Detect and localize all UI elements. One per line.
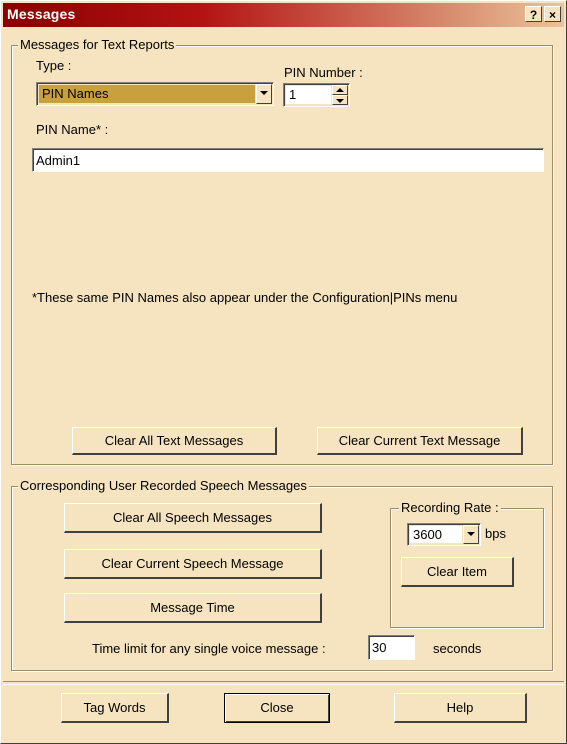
help-question-icon[interactable]: ?: [525, 6, 542, 22]
pin-name-label: PIN Name* :: [36, 122, 109, 137]
pin-number-spinner[interactable]: 1: [283, 83, 350, 107]
text-reports-legend: Messages for Text Reports: [18, 37, 177, 52]
bps-unit-label: bps: [485, 526, 506, 541]
recording-rate-dropdown-button[interactable]: [463, 525, 479, 544]
chevron-down-icon: [467, 532, 475, 536]
type-dropdown-button[interactable]: [256, 84, 272, 104]
recording-rate-group: Recording Rate : 3600 bps Clear Item: [390, 500, 544, 628]
pin-number-value: 1: [286, 86, 331, 104]
type-label: Type :: [36, 58, 72, 73]
type-select[interactable]: PIN Names: [36, 82, 274, 106]
help-button[interactable]: Help: [394, 693, 527, 723]
speech-messages-legend: Corresponding User Recorded Speech Messa…: [18, 478, 309, 493]
footer-divider: [3, 681, 564, 685]
messages-dialog: Messages ? × Messages for Text Reports T…: [0, 0, 567, 744]
tag-words-button[interactable]: Tag Words: [61, 693, 169, 723]
time-limit-label: Time limit for any single voice message …: [92, 641, 326, 656]
type-select-value: PIN Names: [39, 85, 255, 103]
time-limit-input[interactable]: [368, 635, 415, 660]
recording-rate-value: 3600: [410, 526, 462, 543]
pin-number-label: PIN Number :: [284, 65, 363, 80]
spin-up-button[interactable]: [332, 85, 348, 95]
recording-rate-legend: Recording Rate :: [399, 500, 501, 515]
chevron-down-icon: [260, 91, 268, 95]
chevron-up-icon: [336, 88, 344, 92]
clear-all-text-messages-button[interactable]: Clear All Text Messages: [72, 427, 277, 455]
message-time-button[interactable]: Message Time: [64, 593, 322, 623]
text-reports-group: Messages for Text Reports Type : PIN Nam…: [11, 37, 553, 465]
seconds-unit-label: seconds: [433, 641, 482, 656]
title-bar[interactable]: Messages ? ×: [3, 3, 564, 27]
speech-messages-group: Corresponding User Recorded Speech Messa…: [11, 478, 553, 671]
clear-all-speech-messages-button[interactable]: Clear All Speech Messages: [64, 503, 322, 533]
close-icon[interactable]: ×: [544, 6, 561, 22]
chevron-down-icon: [336, 99, 344, 103]
close-button[interactable]: Close: [224, 693, 330, 723]
clear-current-text-message-button[interactable]: Clear Current Text Message: [317, 427, 523, 455]
recording-rate-select[interactable]: 3600: [407, 523, 481, 546]
spin-down-button[interactable]: [332, 95, 348, 105]
pin-names-note: *These same PIN Names also appear under …: [32, 290, 458, 305]
clear-item-button[interactable]: Clear Item: [401, 557, 514, 587]
window-title: Messages: [7, 6, 76, 22]
clear-current-speech-message-button[interactable]: Clear Current Speech Message: [64, 549, 322, 579]
pin-name-input[interactable]: [32, 148, 544, 172]
